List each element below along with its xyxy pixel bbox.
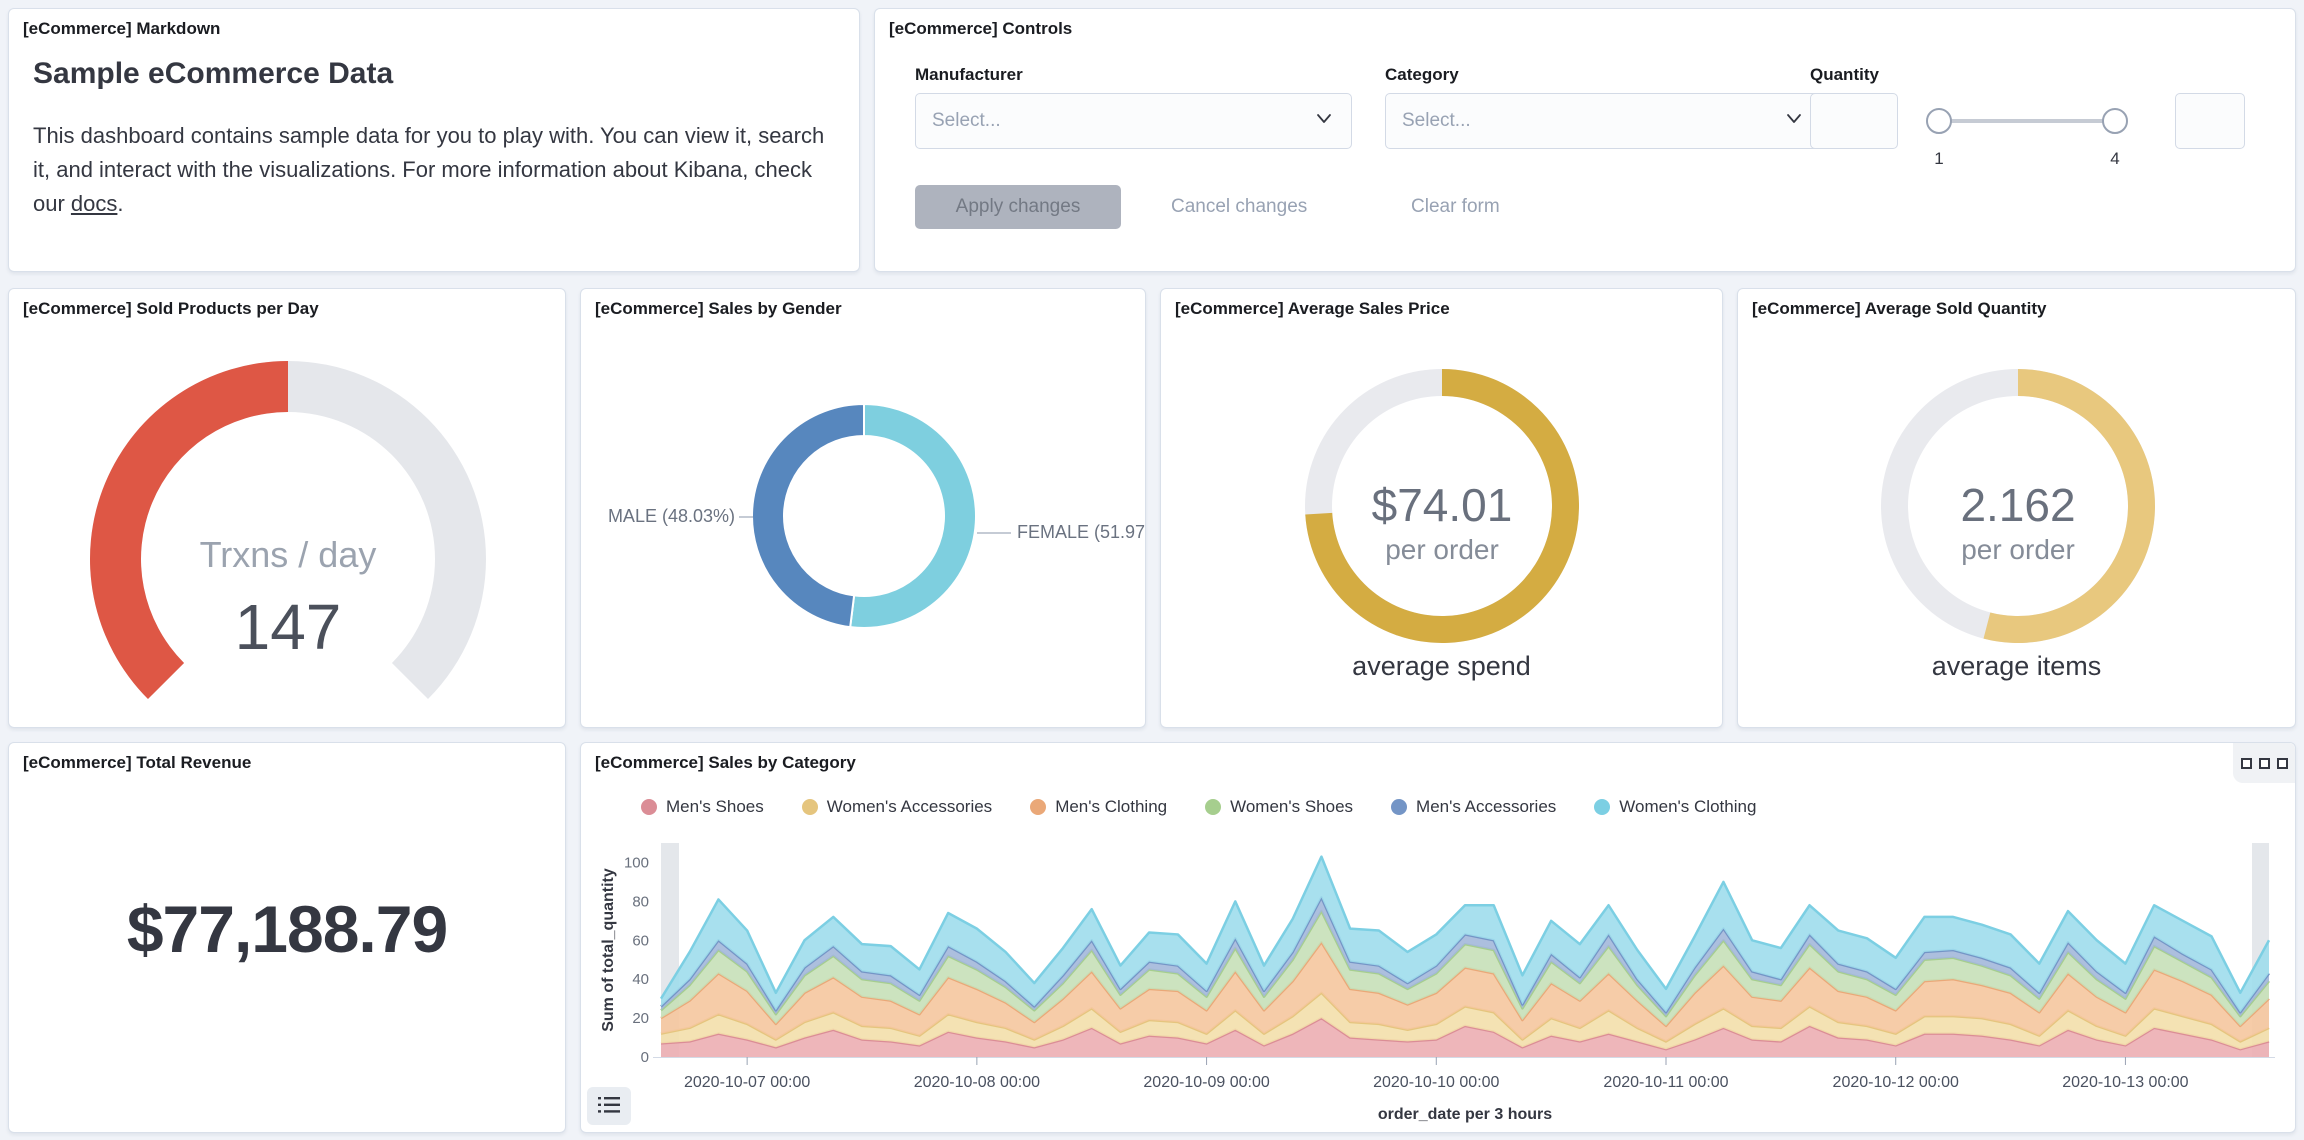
quantity-max-input[interactable] [2175, 93, 2245, 149]
category-select[interactable]: Select... [1385, 93, 1822, 149]
chart-text: 2020-10-10 00:00 [1373, 1074, 1499, 1091]
chart-text: per order [1385, 534, 1499, 565]
markdown-text: This dashboard contains sample data for … [33, 123, 825, 216]
chevron-down-icon [1783, 107, 1805, 135]
male-slice-label: MALE (48.03%) [607, 506, 735, 526]
markdown-heading: Sample eCommerce Data [33, 57, 394, 90]
legend-item[interactable]: Women's Clothing [1594, 797, 1756, 817]
panel-options-square [2258, 757, 2270, 769]
avg-sales-price-panel: [eCommerce] Average Sales Price $74.01 pe… [1160, 288, 1723, 728]
legend-item[interactable]: Women's Shoes [1205, 797, 1353, 817]
legend-dot-icon [641, 799, 657, 815]
quantity-slider-track[interactable] [1939, 119, 2115, 123]
chart-text: $74.01 [1372, 479, 1513, 531]
panel-options-square [2276, 757, 2288, 769]
legend-label: Women's Clothing [1619, 797, 1757, 816]
panel-options-square [2240, 757, 2252, 769]
chart-text: 2020-10-12 00:00 [1833, 1074, 1959, 1091]
manufacturer-label: Manufacturer [915, 65, 1023, 84]
chart-text: 20 [632, 1010, 649, 1027]
legend-dot-icon [1391, 799, 1408, 815]
legend-item[interactable]: Men's Shoes [641, 797, 764, 817]
chart-text: per order [1961, 534, 2075, 565]
legend-toggle-button[interactable] [587, 1087, 631, 1125]
quantity-slider-handle-min[interactable] [1926, 108, 1952, 134]
legend-label: Men's Clothing [1055, 797, 1168, 816]
markdown-panel: [eCommerce] Markdown Sample eCommerce Da… [8, 8, 860, 272]
panel-title[interactable]: [eCommerce] Sold Products per Day [23, 299, 319, 319]
chevron-down-icon [1313, 107, 1335, 135]
chart-text: 80 [632, 893, 649, 910]
legend-item[interactable]: Men's Clothing [1030, 797, 1167, 817]
sales-by-gender-panel: [eCommerce] Sales by Gender MALE (48.03%… [580, 288, 1146, 728]
total-revenue-value: $77,188.79 [126, 892, 448, 966]
quantity-slider-handle-max[interactable] [2102, 108, 2128, 134]
sales-by-category-panel: [eCommerce] Sales by Category Men's Shoe… [580, 742, 2296, 1133]
chart-text: 2020-10-09 00:00 [1143, 1074, 1269, 1091]
x-axis-title: order_date per 3 hours [1378, 1106, 1552, 1123]
panel-title[interactable]: [eCommerce] Controls [889, 19, 1072, 39]
kibana-dashboard: { "panels": { "markdown": { "title": "[e… [0, 0, 2304, 1140]
sales-by-category-area-chart[interactable]: 0 20 40 60 80 100 2020-10-07 00:00 2020-10-08 0… [595, 835, 2287, 1131]
chart-text: Trxns / day [200, 534, 377, 575]
quantity-min-input[interactable] [1810, 93, 1898, 149]
chart-svg: Trxns / day 147 [89, 361, 486, 700]
pie-slice[interactable] [751, 402, 865, 629]
manufacturer-select[interactable]: Select... [915, 93, 1352, 149]
docs-link[interactable]: docs [71, 191, 117, 216]
panel-title[interactable]: [eCommerce] Total Revenue [23, 753, 251, 773]
chart-text: 2020-10-13 00:00 [2062, 1074, 2188, 1091]
legend-item[interactable]: Women's Accessories [801, 797, 993, 817]
legend-dot-icon [801, 799, 818, 815]
pie-slice[interactable] [849, 402, 977, 629]
markdown-text-end: . [117, 191, 124, 216]
clear-form-button[interactable]: Clear form [1411, 185, 1500, 229]
chart-text: 2020-10-08 00:00 [914, 1074, 1040, 1091]
avg-sold-quantity-panel: [eCommerce] Average Sold Quantity 2.162 p… [1737, 288, 2296, 728]
legend-label: Women's Shoes [1230, 797, 1354, 816]
chart-text: 2020-10-11 00:00 [1603, 1074, 1728, 1091]
chart-text: 2.162 [1960, 479, 2075, 531]
legend-label: Women's Accessories [826, 797, 993, 816]
chart-legend: Men's Shoes Women's Accessories Men's Clot… [641, 797, 1794, 817]
quantity-max-value: 4 [2110, 149, 2120, 168]
list-icon [598, 1096, 620, 1117]
quantity-min-value: 1 [1934, 149, 1944, 168]
chart-text: 60 [632, 932, 649, 949]
category-label: Category [1385, 65, 1459, 84]
y-axis-title: Sum of total_quantity [600, 868, 617, 1032]
panel-options-icon[interactable] [2233, 743, 2295, 783]
legend-item[interactable]: Men's Accessories [1391, 797, 1556, 817]
markdown-body: This dashboard contains sample data for … [33, 119, 833, 221]
chart-text: 40 [632, 971, 649, 988]
chart-text: 2020-10-07 00:00 [684, 1074, 810, 1091]
category-placeholder: Select... [1402, 110, 1471, 131]
cancel-changes-button[interactable]: Cancel changes [1171, 185, 1307, 229]
chart-text: 100 [624, 854, 649, 871]
legend-label: Men's Accessories [1416, 797, 1557, 816]
chart-text: 147 [235, 591, 342, 663]
female-slice-label: FEMALE (51.97%) [1017, 522, 1146, 542]
controls-panel: [eCommerce] Controls Manufacturer Select… [874, 8, 2296, 272]
avg-price-caption: average spend [1352, 651, 1531, 681]
manufacturer-placeholder: Select... [932, 110, 1001, 131]
quantity-label: Quantity [1810, 65, 1879, 84]
trxns-gauge-chart[interactable]: Trxns / day 147 [9, 327, 565, 727]
legend-label: Men's Shoes [666, 797, 764, 816]
avg-qty-caption: average items [1931, 651, 2102, 681]
legend-dot-icon [1205, 799, 1222, 815]
chart-svg: 0 20 40 60 80 100 2020-10-07 00:00 2020-10-08 0… [600, 843, 2275, 1123]
legend-dot-icon [1030, 799, 1047, 815]
sold-products-panel: [eCommerce] Sold Products per Day Trxns … [8, 288, 566, 728]
apply-changes-button[interactable]: Apply changes [915, 185, 1121, 229]
panel-title[interactable]: [eCommerce] Markdown [23, 19, 220, 39]
chart-text: 0 [641, 1049, 649, 1066]
legend-dot-icon [1594, 799, 1611, 815]
panel-title[interactable]: [eCommerce] Sales by Category [595, 753, 856, 773]
total-revenue-panel: [eCommerce] Total Revenue $77,188.79 [8, 742, 566, 1133]
